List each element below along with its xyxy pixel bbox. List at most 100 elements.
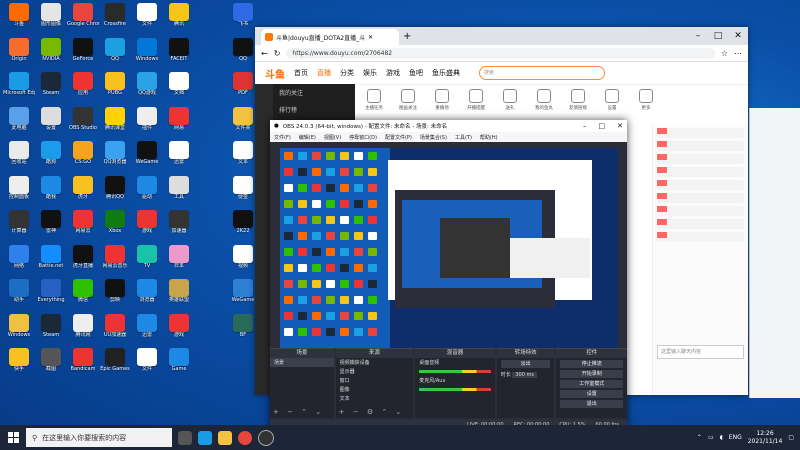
desktop-icon[interactable]: 文件 — [131, 3, 163, 33]
nav-festival[interactable]: 鱼乐盛典 — [432, 68, 460, 78]
desktop-icon[interactable]: 网易云 — [67, 210, 99, 240]
source-item[interactable]: 图像 — [336, 385, 414, 394]
obs-menu-item[interactable]: 停靠窗口(D) — [349, 134, 377, 141]
obs-menu-item[interactable]: 视图(V) — [324, 134, 341, 141]
nav-yuba[interactable]: 鱼吧 — [409, 68, 423, 78]
obs-close-icon[interactable]: ✕ — [617, 122, 623, 130]
close-icon[interactable]: ✕ — [728, 31, 748, 41]
task-view-icon[interactable] — [178, 430, 192, 445]
back-icon[interactable]: ← — [261, 49, 268, 58]
source-item[interactable]: 窗口 — [336, 376, 414, 385]
obs-menu-item[interactable]: 工具(T) — [455, 134, 472, 141]
obs-menu-item[interactable]: 配置文件(P) — [385, 134, 412, 141]
desktop-icon[interactable]: 腾讯课堂 — [99, 106, 131, 137]
browser-tab[interactable]: 斗鱼|douyu直播_DOTA2直播_斗 ✕ — [261, 29, 399, 45]
file-explorer-icon[interactable] — [218, 430, 232, 445]
desktop-icon[interactable]: 腾讯QQ — [99, 175, 131, 206]
desktop-icon[interactable]: 网易 — [163, 106, 195, 137]
edge-taskbar-icon[interactable] — [198, 430, 212, 445]
obs-window[interactable]: ● OBS 24.0.3 (64-bit, windows) - 配置文件: 未… — [270, 120, 628, 430]
nav-games[interactable]: 游戏 — [386, 68, 400, 78]
start-recording-button[interactable]: 开始录制 — [560, 370, 624, 378]
obs-menu-item[interactable]: 场景集合(S) — [420, 134, 447, 141]
desktop-icon[interactable]: NVIDIA — [35, 37, 67, 68]
favorites-icon[interactable]: ☆ — [721, 49, 728, 58]
studio-mode-button[interactable]: 工作室模式 — [560, 380, 624, 388]
obs-minimize-icon[interactable]: – — [583, 122, 587, 130]
desktop-icon[interactable]: 酷狗 — [35, 141, 67, 171]
nav-entertainment[interactable]: 娱乐 — [363, 68, 377, 78]
desktop-icon[interactable]: Battle.net — [35, 244, 67, 275]
desktop-icon[interactable]: 插件 — [131, 106, 163, 137]
nav-home[interactable]: 首页 — [294, 68, 308, 78]
obs-menu-item[interactable]: 帮助(H) — [480, 134, 498, 141]
obs-maximize-icon[interactable]: □ — [599, 122, 606, 130]
desktop-icon[interactable]: 腾讯 — [163, 3, 195, 33]
nav-live[interactable]: 直播 — [317, 68, 331, 78]
desktop-icon[interactable]: 文件 — [131, 348, 163, 378]
desktop-icon[interactable]: Origin — [3, 37, 35, 68]
desktop-icon[interactable]: Steam — [35, 72, 67, 102]
desktop-icon[interactable]: 应用 — [67, 72, 99, 102]
desktop-icon[interactable]: 助手 — [3, 279, 35, 309]
desktop-icon[interactable]: 图形图像 — [35, 3, 67, 33]
scene-controls[interactable]: + − ⌃ ⌄ — [273, 408, 324, 416]
desktop-icon[interactable]: Epic Games — [99, 348, 131, 378]
desktop-icon[interactable]: GeForce — [67, 37, 99, 68]
sidebar-item-ranking[interactable]: 排行榜 — [273, 101, 355, 118]
desktop-icon[interactable]: OBS Studio — [67, 106, 99, 137]
desktop-icon[interactable]: Google Chrome — [67, 3, 99, 33]
url-field[interactable]: https://www.douyu.com/2706482 — [286, 47, 715, 59]
clock[interactable]: 12:26 2021/11/14 — [748, 430, 783, 446]
desktop-icon[interactable]: Windows — [131, 37, 163, 68]
desktop-icon[interactable]: Xbox — [99, 210, 131, 240]
maximize-icon[interactable]: □ — [708, 31, 728, 41]
desktop-icon[interactable]: 腾讯网 — [67, 313, 99, 344]
desktop-icon[interactable]: 截图 — [35, 348, 67, 378]
category-item[interactable]: 更多 — [633, 89, 659, 125]
obs-preview[interactable] — [280, 148, 618, 348]
desktop-icon[interactable]: 迅雷 — [131, 313, 163, 344]
transition-select[interactable]: 淡出 — [500, 360, 551, 368]
desktop-icon[interactable]: 回收站 — [3, 141, 35, 171]
desktop-icon[interactable]: 剪映 — [99, 279, 131, 309]
side-window[interactable] — [749, 108, 800, 398]
obs-menu-item[interactable]: 文件(F) — [274, 134, 291, 141]
language-indicator[interactable]: ENG — [729, 434, 742, 441]
desktop-icon[interactable]: 网络 — [3, 244, 35, 275]
desktop-icon[interactable]: 雷神 — [35, 210, 67, 240]
volume-icon[interactable]: ◖ — [720, 434, 723, 441]
source-controls[interactable]: + − ⚙ ⌃ ⌄ — [339, 408, 405, 416]
source-item[interactable]: 显示器 — [336, 367, 414, 376]
new-tab-icon[interactable]: + — [403, 31, 411, 42]
taskbar-search[interactable]: ⚲ 在这里输入你要搜索的内容 — [26, 428, 172, 447]
menu-icon[interactable]: ⋯ — [734, 49, 742, 58]
settings-button[interactable]: 设置 — [560, 390, 624, 398]
notification-icon[interactable]: ▢ — [788, 434, 794, 441]
desktop-icon[interactable]: 虎牙 — [67, 175, 99, 206]
desktop-icon[interactable]: 设置 — [35, 106, 67, 137]
desktop-icon[interactable]: 此电脑 — [3, 106, 35, 137]
desktop-icon[interactable]: 酷我 — [35, 175, 67, 206]
desktop-icon[interactable]: 控制面板 — [3, 175, 35, 206]
desktop-icon[interactable]: Steam — [35, 313, 67, 344]
exit-button[interactable]: 退出 — [560, 400, 624, 408]
desktop-icon[interactable]: 文档 — [163, 72, 195, 102]
desktop-icon[interactable]: 快手 — [3, 348, 35, 378]
desktop-icon[interactable]: Microsoft Edge — [3, 72, 35, 102]
desktop-icon[interactable]: 虎牙直播 — [67, 244, 99, 275]
site-search-input[interactable]: 搜索 — [479, 66, 605, 80]
douyu-logo-icon[interactable]: 斗鱼 — [265, 66, 285, 81]
source-item[interactable]: 文本 — [336, 394, 414, 403]
desktop-icon[interactable]: 斗鱼 — [3, 3, 35, 33]
desktop-icon[interactable]: 微信 — [67, 279, 99, 309]
start-button[interactable] — [0, 425, 26, 450]
desktop-icon[interactable]: 驱动 — [131, 175, 163, 206]
obs-taskbar-icon[interactable] — [258, 429, 274, 446]
duration-input[interactable]: 300 ms — [512, 372, 537, 378]
sidebar-item-follow[interactable]: 我的关注 — [273, 84, 355, 101]
desktop-icon[interactable]: 浏览器 — [131, 279, 163, 309]
desktop-icon[interactable]: QQ — [99, 37, 131, 68]
desktop-icon[interactable]: 加速器 — [163, 210, 195, 240]
desktop-icon[interactable]: 英雄联盟 — [163, 279, 195, 309]
